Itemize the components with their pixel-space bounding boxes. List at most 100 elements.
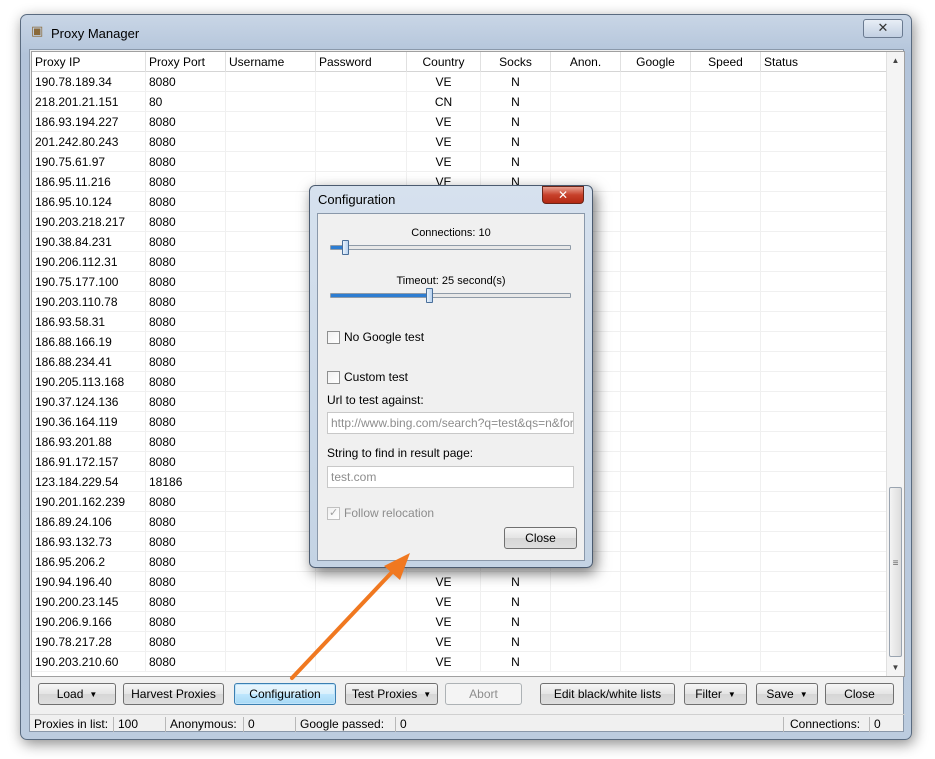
scroll-thumb[interactable]: ≡ [889, 487, 902, 657]
vertical-scrollbar[interactable]: ▲ ≡ ▼ [886, 52, 904, 676]
cell-speed [691, 532, 761, 552]
cell-proxy-ip: 190.201.162.239 [32, 492, 146, 512]
column-header-status[interactable]: Status [761, 52, 887, 72]
cell-proxy-ip: 186.95.11.216 [32, 172, 146, 192]
cell-google [621, 452, 691, 472]
url-input[interactable]: http://www.bing.com/search?q=test&qs=n&f… [327, 412, 574, 434]
cell-speed [691, 172, 761, 192]
cell-username [226, 312, 316, 332]
table-row[interactable]: 201.242.80.243 8080 VE N [32, 132, 887, 152]
dialog-close-button[interactable]: Close [504, 527, 577, 549]
harvest-proxies-button[interactable]: Harvest Proxies [123, 683, 224, 705]
cell-country: VE [407, 612, 481, 632]
column-header-google[interactable]: Google [621, 52, 691, 72]
cell-proxy-ip: 190.203.210.60 [32, 652, 146, 672]
custom-test-label[interactable]: Custom test [344, 370, 408, 384]
cell-proxy-port: 8080 [146, 312, 226, 332]
cell-google [621, 192, 691, 212]
timeout-slider[interactable] [330, 288, 571, 303]
title-bar[interactable]: ▣ Proxy Manager ✕ [21, 15, 911, 49]
cell-proxy-ip: 190.38.84.231 [32, 232, 146, 252]
column-header-anon[interactable]: Anon. [551, 52, 621, 72]
scroll-down-icon[interactable]: ▼ [887, 659, 904, 676]
cell-google [621, 92, 691, 112]
abort-button[interactable]: Abort [445, 683, 522, 705]
table-row[interactable]: 190.200.23.145 8080 VE N [32, 592, 887, 612]
column-header-speed[interactable]: Speed [691, 52, 761, 72]
cell-status [761, 172, 887, 192]
cell-username [226, 612, 316, 632]
cell-socks: N [481, 612, 551, 632]
configuration-button[interactable]: Configuration [234, 683, 336, 705]
no-google-test-checkbox[interactable] [327, 331, 340, 344]
cell-google [621, 312, 691, 332]
cell-speed [691, 472, 761, 492]
cell-proxy-port: 8080 [146, 632, 226, 652]
cell-google [621, 212, 691, 232]
cell-anon [551, 652, 621, 672]
cell-username [226, 412, 316, 432]
close-button[interactable]: Close [825, 683, 894, 705]
follow-relocation-checkbox[interactable] [327, 506, 340, 520]
filter-button[interactable]: Filter ▼ [684, 683, 747, 705]
dropdown-arrow-icon: ▼ [727, 690, 736, 699]
follow-relocation-label[interactable]: Follow relocation [344, 506, 434, 520]
table-row[interactable]: 190.94.196.40 8080 VE N [32, 572, 887, 592]
cell-proxy-port: 8080 [146, 152, 226, 172]
window-close-button[interactable]: ✕ [863, 19, 903, 38]
find-string-label: String to find in result page: [327, 446, 474, 460]
dialog-close-icon[interactable]: ✕ [542, 186, 584, 204]
cell-proxy-ip: 190.203.110.78 [32, 292, 146, 312]
column-header-proxy-port[interactable]: Proxy Port [146, 52, 226, 72]
cell-google [621, 592, 691, 612]
cell-speed [691, 332, 761, 352]
table-row[interactable]: 218.201.21.151 80 CN N [32, 92, 887, 112]
custom-test-checkbox[interactable] [327, 371, 340, 384]
dropdown-arrow-icon: ▼ [89, 690, 98, 699]
cell-speed [691, 512, 761, 532]
status-bar: Proxies in list: 100 Anonymous: 0 Google… [30, 714, 905, 732]
connections-slider-thumb[interactable] [342, 240, 349, 255]
connections-slider[interactable] [330, 240, 571, 255]
cell-username [226, 392, 316, 412]
no-google-test-label[interactable]: No Google test [344, 330, 424, 344]
table-row[interactable]: 186.93.194.227 8080 VE N [32, 112, 887, 132]
cell-password [316, 612, 407, 632]
cell-proxy-ip: 186.93.201.88 [32, 432, 146, 452]
cell-speed [691, 272, 761, 292]
cell-speed [691, 392, 761, 412]
cell-proxy-port: 8080 [146, 592, 226, 612]
proxies-count-value: 100 [114, 717, 166, 732]
table-row[interactable]: 190.78.189.34 8080 VE N [32, 72, 887, 92]
cell-socks: N [481, 112, 551, 132]
cell-proxy-port: 8080 [146, 532, 226, 552]
cell-proxy-port: 80 [146, 92, 226, 112]
cell-status [761, 432, 887, 452]
column-header-proxy-ip[interactable]: Proxy IP [32, 52, 146, 72]
cell-proxy-ip: 186.93.58.31 [32, 312, 146, 332]
scroll-up-icon[interactable]: ▲ [887, 52, 904, 69]
dialog-body: Connections: 10 Timeout: 25 second(s) No… [317, 213, 585, 561]
table-row[interactable]: 190.203.210.60 8080 VE N [32, 652, 887, 672]
table-row[interactable]: 190.78.217.28 8080 VE N [32, 632, 887, 652]
table-row[interactable]: 190.206.9.166 8080 VE N [32, 612, 887, 632]
cell-google [621, 492, 691, 512]
cell-status [761, 232, 887, 252]
timeout-slider-thumb[interactable] [426, 288, 433, 303]
cell-status [761, 652, 887, 672]
edit-lists-button[interactable]: Edit black/white lists [540, 683, 675, 705]
cell-username [226, 452, 316, 472]
cell-anon [551, 592, 621, 612]
cell-google [621, 412, 691, 432]
table-row[interactable]: 190.75.61.97 8080 VE N [32, 152, 887, 172]
column-header-password[interactable]: Password [316, 52, 407, 72]
cell-anon [551, 632, 621, 652]
save-button[interactable]: Save ▼ [756, 683, 818, 705]
column-header-socks[interactable]: Socks [481, 52, 551, 72]
column-header-country[interactable]: Country [407, 52, 481, 72]
test-proxies-button[interactable]: Test Proxies ▼ [345, 683, 438, 705]
load-button[interactable]: Load ▼ [38, 683, 116, 705]
cell-username [226, 172, 316, 192]
find-string-input[interactable]: test.com [327, 466, 574, 488]
column-header-username[interactable]: Username [226, 52, 316, 72]
